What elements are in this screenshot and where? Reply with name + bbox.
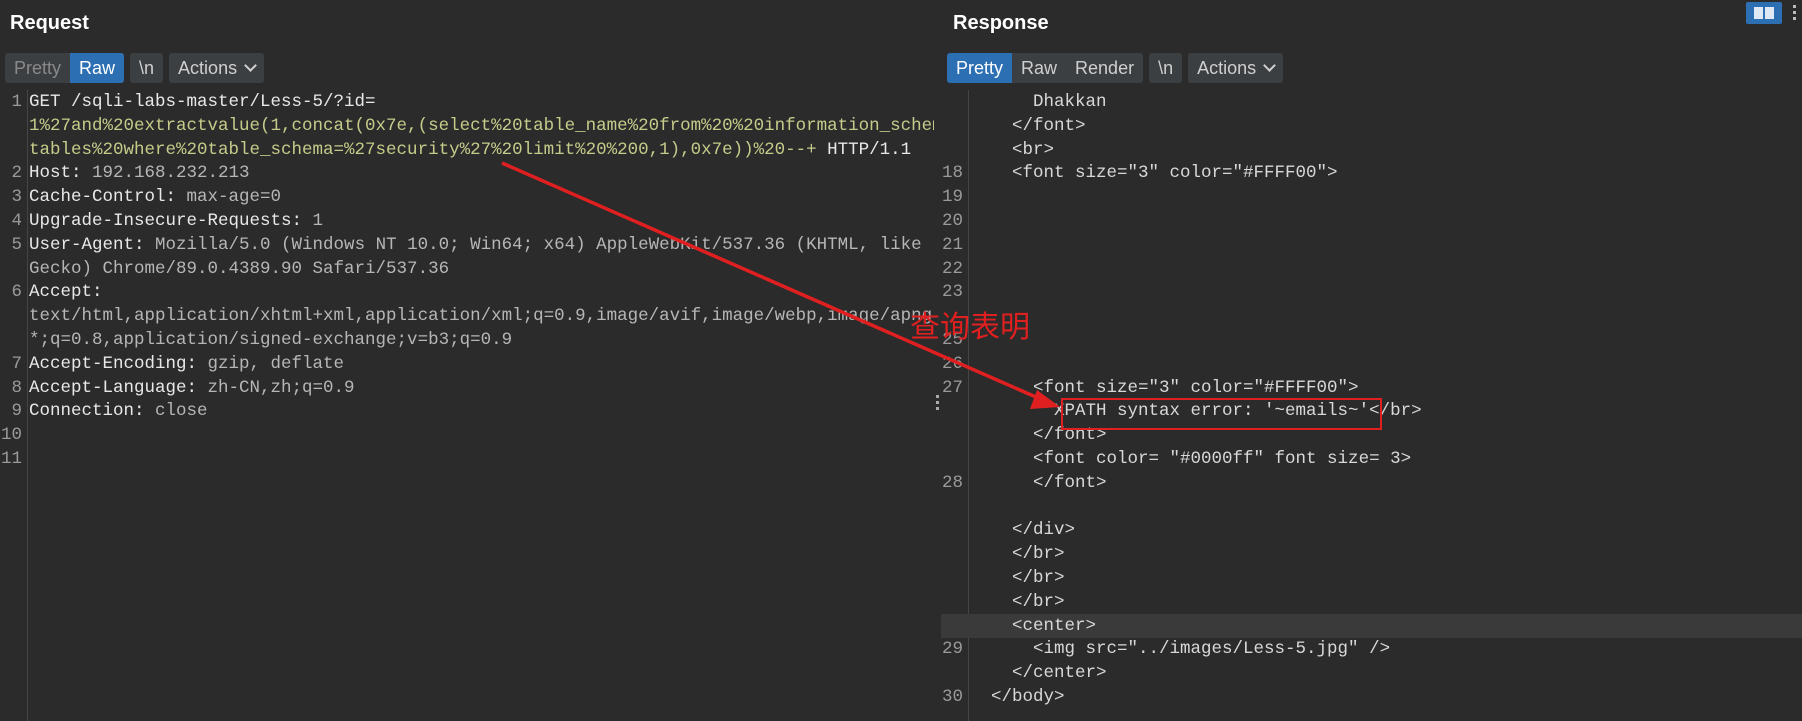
- annotation-arrow: [501, 161, 1060, 409]
- annotation-label: 查询表明: [910, 310, 1030, 345]
